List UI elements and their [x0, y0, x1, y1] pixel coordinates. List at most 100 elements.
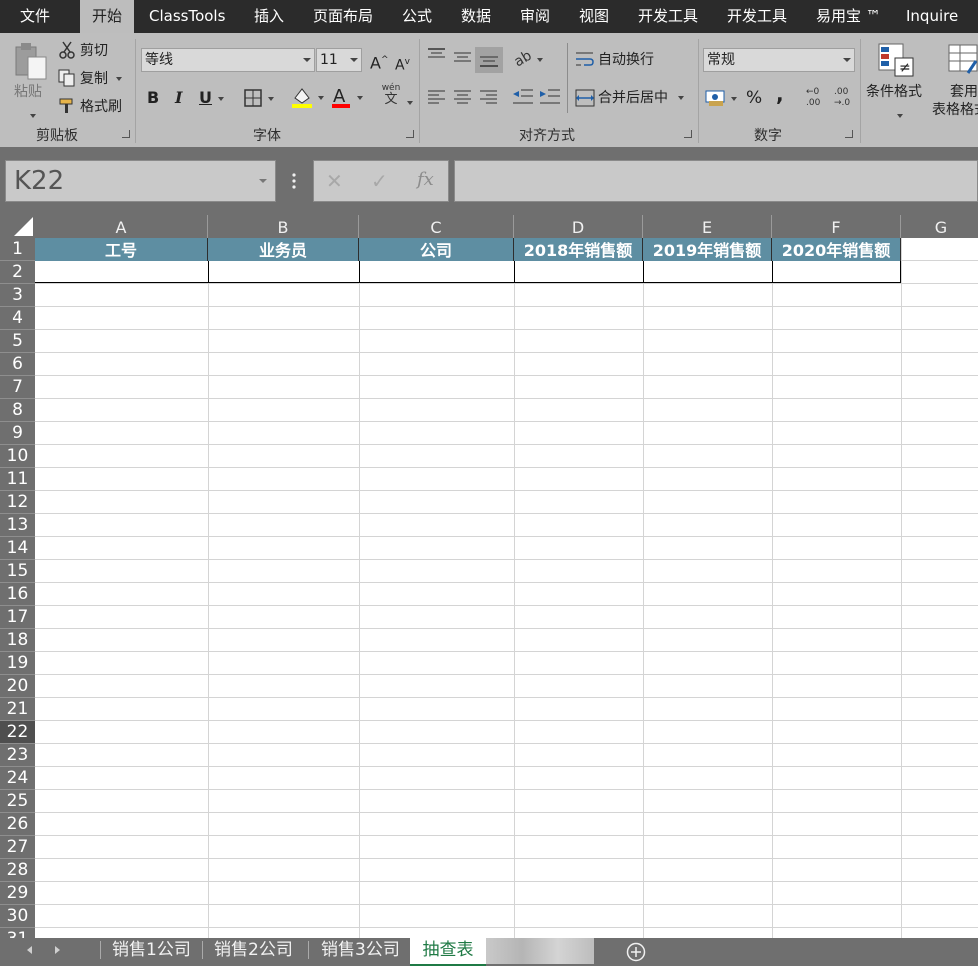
tab-classtools[interactable]: ClassTools — [149, 0, 225, 33]
merge-center-button[interactable]: 合并后居中 — [598, 89, 684, 107]
row-header-27[interactable]: 27 — [0, 836, 35, 859]
column-header-b[interactable]: B — [208, 215, 359, 238]
align-bottom-icon[interactable] — [475, 47, 503, 73]
sheet-tab-active[interactable]: 抽查表 — [410, 938, 486, 966]
number-launcher[interactable] — [845, 130, 853, 138]
fill-color-icon[interactable] — [290, 85, 330, 113]
tab-view[interactable]: 视图 — [579, 0, 609, 33]
format-as-table-label-1[interactable]: 套用 — [950, 83, 978, 101]
format-painter-button[interactable]: 格式刷 — [80, 98, 122, 116]
row-header-25[interactable]: 25 — [0, 790, 35, 813]
cut-button[interactable]: 剪切 — [80, 42, 108, 60]
decrease-decimal-icon[interactable]: .00 →.0 — [834, 87, 856, 113]
shrink-font-button[interactable]: Av — [395, 53, 410, 75]
tab-insert[interactable]: 插入 — [254, 0, 284, 33]
row-header-16[interactable]: 16 — [0, 583, 35, 606]
bold-button[interactable]: B — [147, 89, 159, 107]
align-center-icon[interactable] — [453, 89, 473, 109]
select-all-icon[interactable] — [0, 215, 35, 238]
phonetic-guide-icon[interactable]: wén 文 — [380, 83, 402, 109]
column-header-c[interactable]: C — [359, 215, 514, 238]
row-header-7[interactable]: 7 — [0, 376, 35, 399]
row-header-17[interactable]: 17 — [0, 606, 35, 629]
row-header-30[interactable]: 30 — [0, 905, 35, 928]
scroll-left-icon[interactable] — [27, 946, 32, 954]
row-header-15[interactable]: 15 — [0, 560, 35, 583]
font-size-select[interactable]: 11 — [316, 48, 362, 72]
row-header-22[interactable]: 22 — [0, 721, 35, 744]
orientation-icon[interactable]: ab — [511, 48, 547, 73]
row-header-12[interactable]: 12 — [0, 491, 35, 514]
row-header-6[interactable]: 6 — [0, 353, 35, 376]
align-left-icon[interactable] — [427, 89, 447, 109]
tab-yiyongbao[interactable]: 易用宝 ™ — [816, 0, 881, 33]
underline-button[interactable]: U — [199, 89, 224, 107]
tab-inquire[interactable]: Inquire — [906, 0, 958, 33]
format-as-table-label-2[interactable]: 表格格式 — [932, 101, 978, 119]
column-header-e[interactable]: E — [643, 215, 772, 238]
row-header-29[interactable]: 29 — [0, 882, 35, 905]
borders-icon[interactable] — [244, 88, 280, 112]
font-name-select[interactable]: 等线 — [141, 48, 315, 72]
formula-input[interactable] — [454, 160, 978, 202]
cancel-icon[interactable]: ✕ — [326, 169, 343, 193]
row-header-3[interactable]: 3 — [0, 284, 35, 307]
row-header-4[interactable]: 4 — [0, 307, 35, 330]
grow-font-button[interactable]: A^ — [370, 51, 389, 72]
tab-developer[interactable]: 开发工具 — [638, 0, 698, 33]
formula-bar-grip-icon[interactable] — [289, 170, 299, 192]
sheet-tab-2[interactable]: 销售2公司 — [214, 938, 293, 964]
header-cell-e1[interactable]: 2019年销售额 — [643, 238, 772, 261]
name-box-dropdown-icon[interactable] — [259, 179, 267, 183]
row-header-21[interactable]: 21 — [0, 698, 35, 721]
row-header-18[interactable]: 18 — [0, 629, 35, 652]
tab-page-layout[interactable]: 页面布局 — [313, 0, 373, 33]
increase-indent-icon[interactable] — [539, 88, 561, 110]
comma-button[interactable]: , — [776, 84, 784, 104]
row-header-19[interactable]: 19 — [0, 652, 35, 675]
align-right-icon[interactable] — [479, 89, 499, 109]
header-cell-f1[interactable]: 2020年销售额 — [772, 238, 901, 261]
insert-function-icon[interactable]: fx — [417, 169, 434, 190]
header-cell-b1[interactable]: 业务员 — [208, 238, 359, 261]
scroll-right-icon[interactable] — [55, 946, 60, 954]
header-cell-d1[interactable]: 2018年销售额 — [514, 238, 643, 261]
sheet-tab-1[interactable]: 销售1公司 — [112, 938, 191, 964]
decrease-indent-icon[interactable] — [512, 88, 534, 110]
wrap-text-button[interactable]: 自动换行 — [598, 51, 654, 69]
font-color-icon[interactable]: A — [330, 85, 370, 113]
paste-dropdown[interactable] — [27, 105, 36, 124]
tab-data[interactable]: 数据 — [461, 0, 491, 33]
row-header-11[interactable]: 11 — [0, 468, 35, 491]
copy-button[interactable]: 复制 — [80, 70, 122, 88]
row-header-23[interactable]: 23 — [0, 744, 35, 767]
align-top-icon[interactable] — [427, 47, 447, 67]
accounting-format-icon[interactable] — [705, 87, 741, 113]
sheet-tab-3[interactable]: 销售3公司 — [321, 938, 400, 964]
row-header-9[interactable]: 9 — [0, 422, 35, 445]
row-header-14[interactable]: 14 — [0, 537, 35, 560]
row-header-28[interactable]: 28 — [0, 859, 35, 882]
header-cell-c1[interactable]: 公司 — [359, 238, 514, 261]
column-header-f[interactable]: F — [772, 215, 901, 238]
column-header-d[interactable]: D — [514, 215, 643, 238]
cell-grid[interactable]: 工号 业务员 公司 2018年销售额 2019年销售额 2020年销售额 — [35, 238, 978, 938]
row-header-8[interactable]: 8 — [0, 399, 35, 422]
column-header-a[interactable]: A — [35, 215, 208, 238]
name-box[interactable]: K22 — [5, 160, 276, 202]
alignment-launcher[interactable] — [684, 130, 692, 138]
redacted-sheet-tab[interactable] — [486, 938, 594, 964]
row-header-24[interactable]: 24 — [0, 767, 35, 790]
percent-button[interactable]: % — [746, 89, 762, 107]
tab-file[interactable]: 文件 — [20, 0, 50, 33]
row-header-1[interactable]: 1 — [0, 238, 35, 261]
tab-review[interactable]: 审阅 — [520, 0, 550, 33]
row-header-13[interactable]: 13 — [0, 514, 35, 537]
paste-icon[interactable] — [12, 41, 50, 81]
row-header-2[interactable]: 2 — [0, 261, 35, 284]
column-header-g[interactable]: G — [901, 215, 978, 238]
row-header-5[interactable]: 5 — [0, 330, 35, 353]
add-sheet-icon[interactable] — [626, 942, 646, 962]
conditional-formatting-button[interactable]: 条件格式 — [866, 83, 922, 101]
paste-button[interactable]: 粘贴 — [14, 83, 42, 101]
